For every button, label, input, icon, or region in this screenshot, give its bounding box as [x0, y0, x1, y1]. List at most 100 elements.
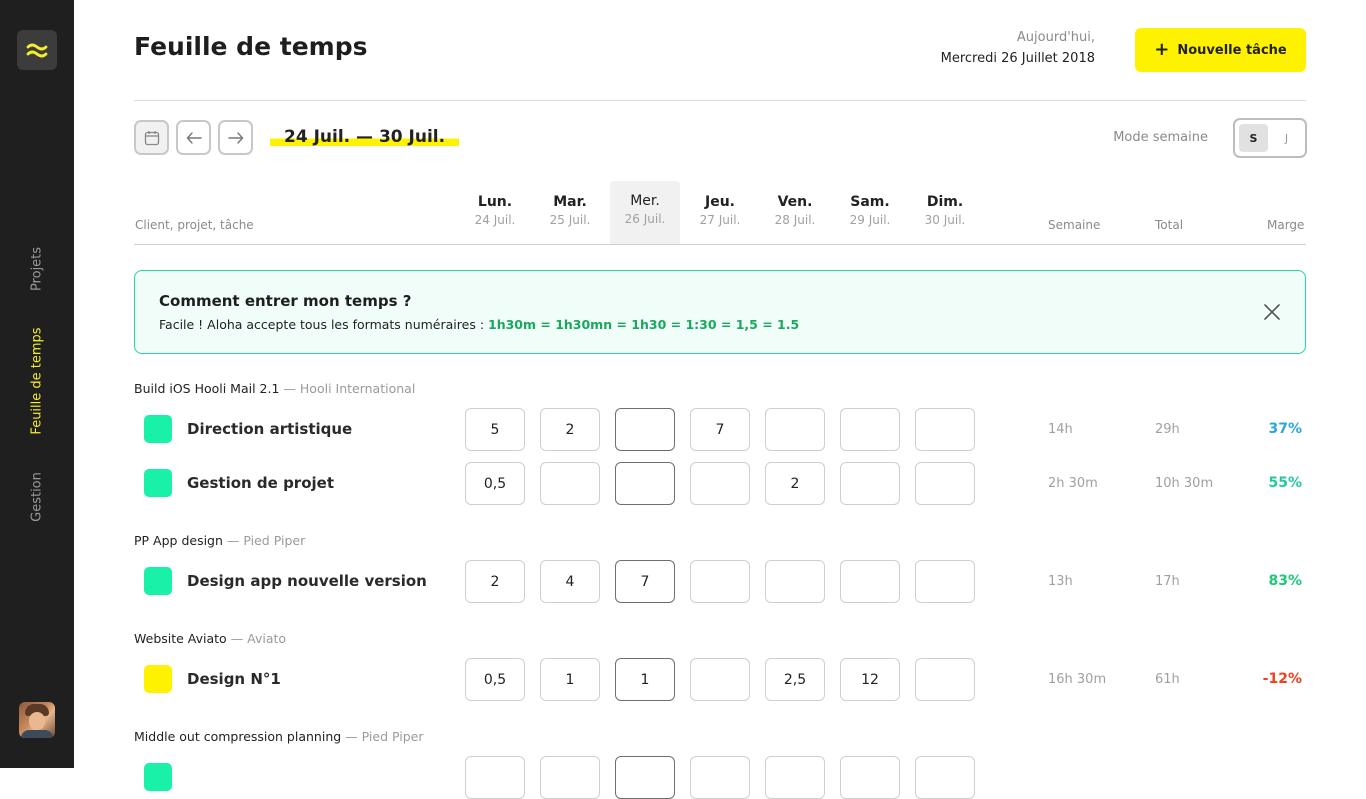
project-name: Middle out compression planning	[134, 729, 342, 744]
margin-value: 37%	[1268, 421, 1302, 437]
new-task-button[interactable]: + Nouvelle tâche	[1135, 28, 1306, 72]
margin-value: 83%	[1268, 573, 1302, 589]
client-name: — Pied Piper	[345, 729, 424, 744]
hours-input[interactable]: 0,5	[465, 462, 525, 505]
mode-label: Mode semaine	[1113, 130, 1208, 145]
day-date: 30 Juil.	[924, 213, 966, 227]
arrow-right-icon	[227, 131, 243, 144]
task-color-swatch	[144, 665, 172, 693]
hours-input[interactable]: 7	[690, 408, 750, 451]
hours-input[interactable]	[915, 658, 975, 701]
hours-input[interactable]: 7	[615, 560, 675, 603]
hours-input[interactable]: 2	[540, 408, 600, 451]
hours-input[interactable]	[765, 408, 825, 451]
day-header: Sam. 29 Juil.	[835, 181, 905, 244]
hours-input[interactable]	[465, 756, 525, 799]
project-label: Build iOS Hooli Mail 2.1 — Hooli Interna…	[134, 381, 415, 396]
column-header-client: Client, projet, tâche	[135, 218, 254, 232]
hours-input[interactable]	[840, 560, 900, 603]
hours-input[interactable]	[765, 560, 825, 603]
next-week-button[interactable]	[218, 120, 253, 155]
hours-input[interactable]	[615, 756, 675, 799]
task-name: Direction artistique	[187, 420, 353, 438]
day-name: Mer.	[630, 193, 660, 209]
calendar-icon	[144, 130, 159, 145]
hours-input[interactable]: 1	[540, 658, 600, 701]
hours-input[interactable]	[840, 756, 900, 799]
task-name: Design N°1	[187, 670, 281, 688]
previous-week-button[interactable]	[176, 120, 211, 155]
day-date: 25 Juil.	[549, 213, 591, 227]
info-banner: Comment entrer mon temps ? Facile ! Aloh…	[134, 270, 1306, 354]
hours-input[interactable]	[615, 462, 675, 505]
project-label: Middle out compression planning — Pied P…	[134, 729, 423, 744]
hours-input[interactable]	[915, 408, 975, 451]
hours-input[interactable]: 4	[540, 560, 600, 603]
total-hours: 61h	[1155, 672, 1180, 687]
hours-input[interactable]: 5	[465, 408, 525, 451]
column-header-total: Total	[1155, 218, 1184, 232]
hours-input[interactable]	[840, 462, 900, 505]
day-name: Sam.	[850, 194, 890, 210]
day-header: Ven. 28 Juil.	[760, 181, 830, 244]
week-hours: 13h	[1048, 574, 1073, 589]
hours-input[interactable]: 2	[465, 560, 525, 603]
column-header-week: Semaine	[1048, 218, 1101, 232]
hours-input[interactable]	[690, 756, 750, 799]
hours-input[interactable]	[915, 462, 975, 505]
hours-input[interactable]	[615, 408, 675, 451]
info-formats: 1h30m = 1h30mn = 1h30 = 1:30 = 1,5 = 1.5	[488, 317, 800, 332]
hours-input[interactable]	[765, 756, 825, 799]
hours-input[interactable]	[540, 462, 600, 505]
avatar[interactable]	[19, 702, 55, 738]
calendar-button[interactable]	[134, 120, 169, 155]
total-hours: 17h	[1155, 574, 1180, 589]
project-name: PP App design	[134, 533, 223, 548]
hours-input[interactable]	[690, 462, 750, 505]
plus-icon: +	[1154, 39, 1170, 60]
sidebar-item-feuille-de-temps[interactable]: Feuille de temps	[30, 327, 45, 434]
header-row-divider	[134, 244, 1306, 245]
info-title: Comment entrer mon temps ?	[159, 292, 412, 310]
task-color-swatch	[144, 567, 172, 595]
day-date: 26 Juil.	[624, 212, 666, 226]
wave-logo-icon[interactable]	[17, 30, 57, 70]
day-name: Dim.	[926, 194, 964, 210]
total-hours: 10h 30m	[1155, 476, 1214, 491]
margin-value: -12%	[1262, 671, 1302, 687]
day-header: Lun. 24 Juil.	[460, 181, 530, 244]
task-name: Gestion de projet	[187, 474, 334, 492]
hours-input[interactable]: 0,5	[465, 658, 525, 701]
mode-week-option[interactable]: S	[1239, 124, 1268, 152]
project-name: Website Aviato	[134, 631, 227, 646]
hours-input[interactable]	[540, 756, 600, 799]
hours-input[interactable]	[690, 560, 750, 603]
hours-input[interactable]	[915, 756, 975, 799]
week-range: 24 Juil. — 30 Juil.	[270, 124, 460, 150]
sidebar-item-projets[interactable]: Projets	[30, 247, 45, 291]
task-color-swatch	[144, 415, 172, 443]
hours-input[interactable]	[840, 408, 900, 451]
close-icon[interactable]	[1261, 301, 1283, 323]
task-name: Design app nouvelle version	[187, 572, 427, 590]
mode-toggle: S J	[1233, 118, 1307, 158]
info-text: Facile ! Aloha accepte tous les formats …	[159, 317, 799, 332]
hours-input[interactable]: 2	[765, 462, 825, 505]
week-hours: 2h 30m	[1048, 476, 1098, 491]
sidebar: Projets Feuille de temps Gestion	[0, 0, 74, 768]
day-date: 24 Juil.	[474, 213, 516, 227]
day-name: Lun.	[477, 194, 513, 210]
day-name: Mar.	[553, 194, 587, 210]
hours-input[interactable]: 1	[615, 658, 675, 701]
hours-input[interactable]: 2,5	[765, 658, 825, 701]
hours-input[interactable]: 12	[840, 658, 900, 701]
today-label: Aujourd'hui,	[1016, 30, 1095, 45]
client-name: — Aviato	[230, 631, 287, 646]
hours-input[interactable]	[915, 560, 975, 603]
day-date: 29 Juil.	[849, 213, 891, 227]
sidebar-item-gestion[interactable]: Gestion	[30, 472, 45, 522]
mode-day-option[interactable]: J	[1272, 124, 1301, 152]
header-divider	[134, 100, 1306, 101]
day-date: 27 Juil.	[699, 213, 741, 227]
hours-input[interactable]	[690, 658, 750, 701]
